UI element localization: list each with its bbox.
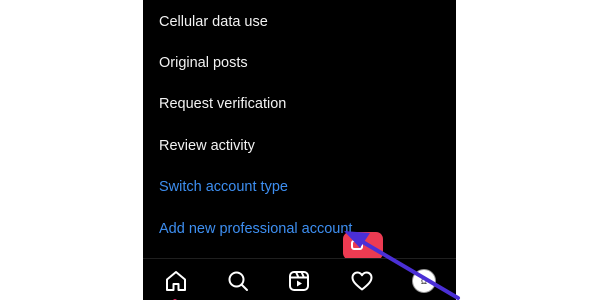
reels-icon[interactable] (285, 267, 313, 295)
menu-item-original-posts[interactable]: Original posts (159, 48, 248, 78)
menu-item-cellular-data-use[interactable]: Cellular data use (159, 7, 268, 37)
home-icon[interactable] (162, 267, 190, 300)
avatar: Ω (412, 269, 436, 293)
search-icon[interactable] (224, 267, 252, 295)
heart-icon[interactable] (348, 267, 376, 295)
notification-badge (343, 232, 383, 266)
menu-item-switch-account-type[interactable]: Switch account type (159, 172, 288, 202)
profile-avatar[interactable]: Ω (410, 267, 438, 295)
phone-screen: Cellular data use Original posts Request… (143, 0, 456, 300)
menu-item-add-professional-account[interactable]: Add new professional account (159, 214, 352, 244)
menu-item-review-activity[interactable]: Review activity (159, 131, 255, 161)
bottom-nav: Ω (143, 258, 456, 300)
menu-item-request-verification[interactable]: Request verification (159, 89, 286, 119)
